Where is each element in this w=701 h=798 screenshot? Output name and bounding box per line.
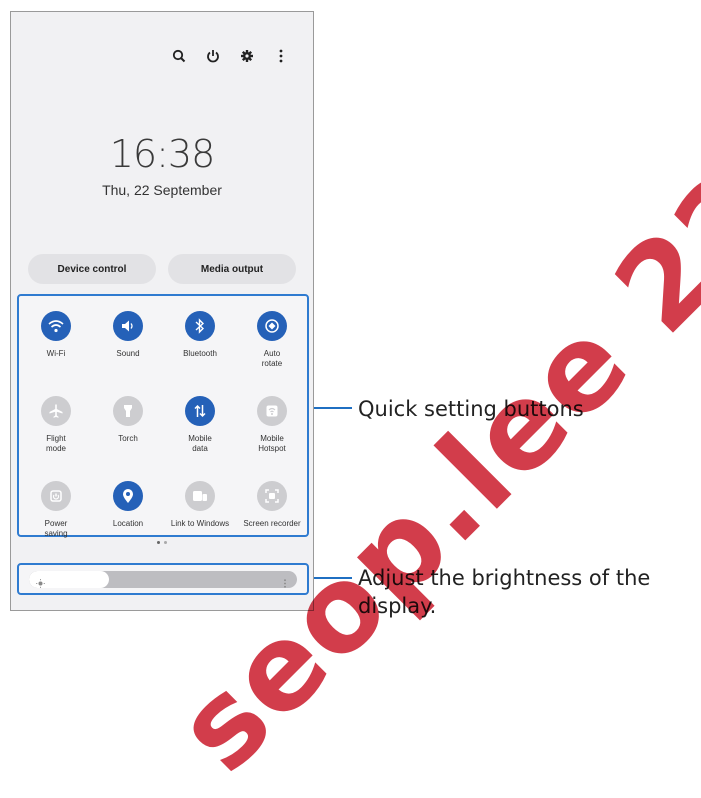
page-indicator <box>157 541 167 544</box>
tile-mobile-data[interactable]: Mobile data <box>165 396 235 454</box>
tile-label: Torch <box>118 434 138 443</box>
link-windows-icon <box>185 481 215 511</box>
bluetooth-icon <box>185 311 215 341</box>
hotspot-icon <box>257 396 287 426</box>
tile-label: Flight mode <box>45 434 66 453</box>
tile-label: Wi-Fi <box>46 349 66 358</box>
tile-wifi[interactable]: Wi-Fi <box>21 311 91 359</box>
torch-icon <box>113 396 143 426</box>
tile-flight-mode[interactable]: Flight mode <box>21 396 91 454</box>
tile-link-to-windows[interactable]: Link to Windows <box>165 481 235 529</box>
more-vertical-icon[interactable] <box>273 48 289 64</box>
device-control-button[interactable]: Device control <box>28 254 156 284</box>
media-output-button[interactable]: Media output <box>168 254 296 284</box>
top-icons <box>171 48 289 64</box>
wifi-icon <box>41 311 71 341</box>
callout-line-quick-settings <box>314 407 352 409</box>
callout-line-brightness <box>314 577 352 579</box>
tile-label: Auto rotate <box>261 349 283 368</box>
tile-mobile-hotspot[interactable]: Mobile Hotspot <box>237 396 307 454</box>
brightness-panel <box>17 563 309 595</box>
tile-label: Screen recorder <box>243 519 301 528</box>
tile-auto-rotate[interactable]: Auto rotate <box>237 311 307 369</box>
tile-location[interactable]: Location <box>93 481 163 529</box>
tile-label: Location <box>112 519 144 528</box>
screen-recorder-icon <box>257 481 287 511</box>
callout-quick-settings: Quick setting buttons <box>358 397 584 421</box>
phone-quick-panel: 16:38 Thu, 22 September Device control M… <box>10 11 314 611</box>
brightness-slider[interactable] <box>29 571 297 588</box>
tile-label: Bluetooth <box>183 349 217 358</box>
more-vertical-icon[interactable] <box>283 575 287 588</box>
tile-sound[interactable]: Sound <box>93 311 163 359</box>
clock-date: Thu, 22 September <box>102 182 222 198</box>
tile-label: Sound <box>116 349 140 358</box>
location-icon <box>113 481 143 511</box>
gear-icon[interactable] <box>239 48 255 64</box>
power-saving-icon <box>41 481 71 511</box>
search-icon[interactable] <box>171 48 187 64</box>
clock-time: 16:38 <box>109 132 216 176</box>
tile-label: Mobile Hotspot <box>258 434 286 453</box>
sun-icon <box>36 575 45 588</box>
tile-power-saving[interactable]: Power saving <box>21 481 91 539</box>
airplane-icon <box>41 396 71 426</box>
tile-label: Power saving <box>44 519 68 538</box>
tile-label: Mobile data <box>188 434 212 453</box>
tile-screen-recorder[interactable]: Screen recorder <box>237 481 307 529</box>
tile-bluetooth[interactable]: Bluetooth <box>165 311 235 359</box>
tile-label: Link to Windows <box>170 519 230 528</box>
auto-rotate-icon <box>257 311 287 341</box>
tile-torch[interactable]: Torch <box>93 396 163 444</box>
sound-icon <box>113 311 143 341</box>
mobile-data-icon <box>185 396 215 426</box>
callout-brightness: Adjust the brightness of the display. <box>358 566 651 618</box>
power-icon[interactable] <box>205 48 221 64</box>
quick-settings-grid: Wi-Fi Sound Bluetooth Auto rotate Flight… <box>17 294 309 539</box>
